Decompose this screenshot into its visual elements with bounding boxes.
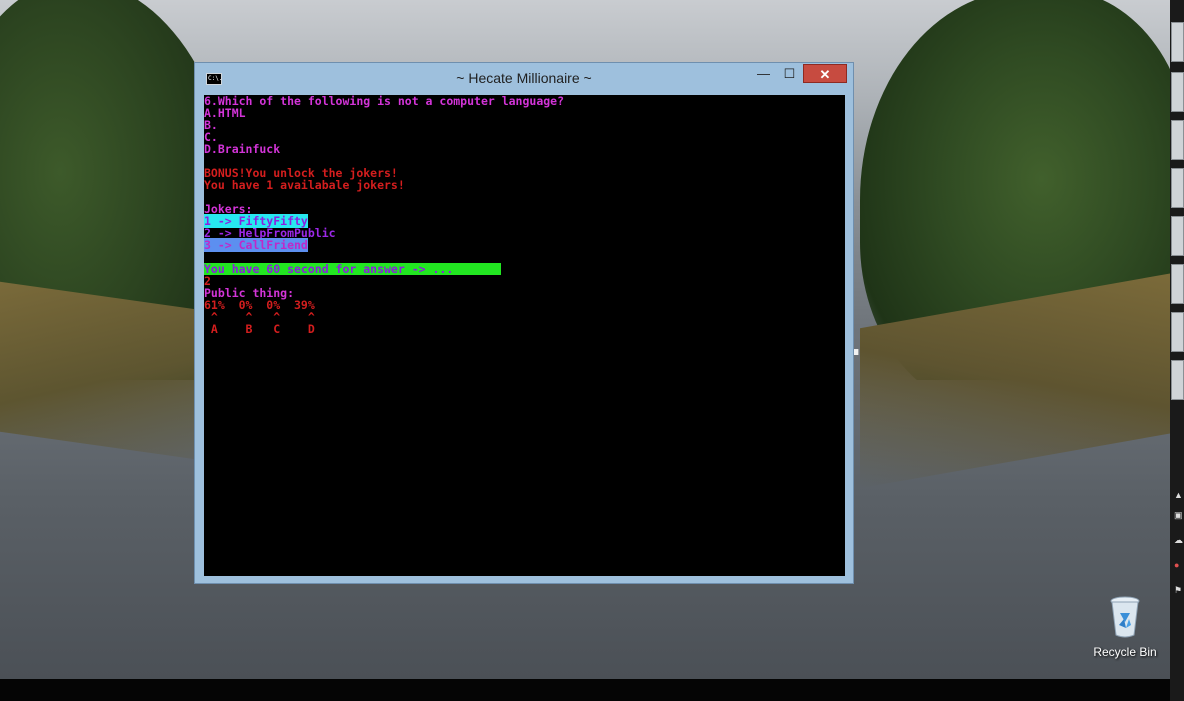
tray-alert-icon[interactable]: ● — [1174, 560, 1184, 570]
recycle-bin[interactable]: Recycle Bin — [1090, 595, 1160, 659]
console-output[interactable]: 6.Which of the following is not a comput… — [204, 95, 845, 576]
bonus-line-2: You have 1 availabale jokers! — [204, 178, 405, 192]
minimize-button[interactable]: — — [751, 64, 776, 83]
taskbar-button[interactable] — [1171, 264, 1184, 304]
maximize-button[interactable]: ☐ — [777, 64, 802, 83]
taskbar-button[interactable] — [1171, 72, 1184, 112]
option-b: B. — [204, 118, 218, 132]
option-c: C. — [204, 130, 218, 144]
taskbar — [0, 679, 1184, 701]
timer-prompt: You have 60 second for answer -> ... — [204, 263, 501, 275]
option-a: A.HTML — [204, 106, 246, 120]
taskbar-button[interactable] — [1171, 216, 1184, 256]
close-button[interactable]: ✕ — [803, 64, 847, 83]
console-window[interactable]: C:\. ~ Hecate Millionaire ~ — ☐ ✕ 6.Whic… — [194, 62, 854, 584]
tray-cloud-icon[interactable]: ☁ — [1174, 535, 1184, 545]
recycle-bin-icon — [1108, 595, 1142, 639]
taskbar-button[interactable] — [1171, 360, 1184, 400]
question-text: 6.Which of the following is not a comput… — [204, 95, 565, 108]
taskbar-button[interactable] — [1171, 168, 1184, 208]
option-d: D.Brainfuck — [204, 142, 281, 156]
user-input: 2 — [204, 274, 211, 288]
tray-arrow-icon[interactable]: ▲ — [1174, 490, 1184, 500]
recycle-bin-label: Recycle Bin — [1093, 645, 1157, 659]
joker-call-friend: 3 -> CallFriend — [204, 238, 308, 252]
public-letters: A B C D — [204, 322, 315, 336]
taskbar-button[interactable] — [1171, 22, 1184, 62]
taskbar-button[interactable] — [1171, 120, 1184, 160]
title-bar[interactable]: C:\. ~ Hecate Millionaire ~ — ☐ ✕ — [195, 63, 853, 94]
taskbar-button[interactable] — [1171, 312, 1184, 352]
tray-network-icon[interactable]: ▣ — [1174, 510, 1184, 520]
tray-flag-icon[interactable]: ⚑ — [1174, 585, 1184, 595]
